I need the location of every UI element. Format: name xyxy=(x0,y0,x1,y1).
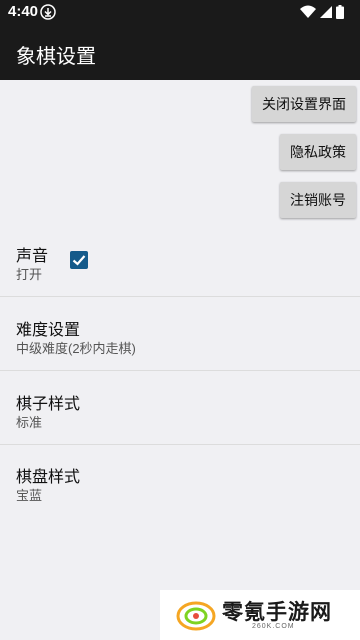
watermark-subtitle: 260K.COM xyxy=(252,623,295,630)
signal-icon xyxy=(320,6,332,18)
pref-summary: 宝蓝 xyxy=(16,488,43,503)
status-icons xyxy=(300,5,344,19)
pref-title: 棋盘样式 xyxy=(16,469,81,486)
page-title: 象棋设置 xyxy=(16,46,96,68)
pref-summary: 中级难度(2秒内走棋) xyxy=(16,341,136,356)
watermark: 零氪手游网 260K.COM xyxy=(160,590,360,640)
pref-title: 声音 xyxy=(16,248,49,265)
privacy-policy-button[interactable]: 隐私政策 xyxy=(280,134,356,170)
download-icon xyxy=(40,4,56,20)
wifi-icon xyxy=(300,5,316,18)
sound-checkbox[interactable] xyxy=(70,251,88,269)
delete-account-button[interactable]: 注销账号 xyxy=(280,182,356,218)
battery-icon xyxy=(336,5,344,19)
pref-summary: 标准 xyxy=(16,415,43,430)
close-settings-button[interactable]: 关闭设置界面 xyxy=(252,86,356,122)
status-time: 4:40 xyxy=(8,3,39,20)
pref-title: 难度设置 xyxy=(16,322,81,339)
check-icon xyxy=(72,255,86,266)
status-bar: 4:40 xyxy=(0,0,360,24)
pref-sound[interactable] xyxy=(0,228,360,302)
pref-title: 棋子样式 xyxy=(16,396,81,413)
app-bar: 象棋设置 xyxy=(0,24,360,80)
watermark-title: 零氪手游网 xyxy=(222,601,332,624)
watermark-logo-icon xyxy=(176,601,216,631)
pref-summary: 打开 xyxy=(16,267,43,282)
